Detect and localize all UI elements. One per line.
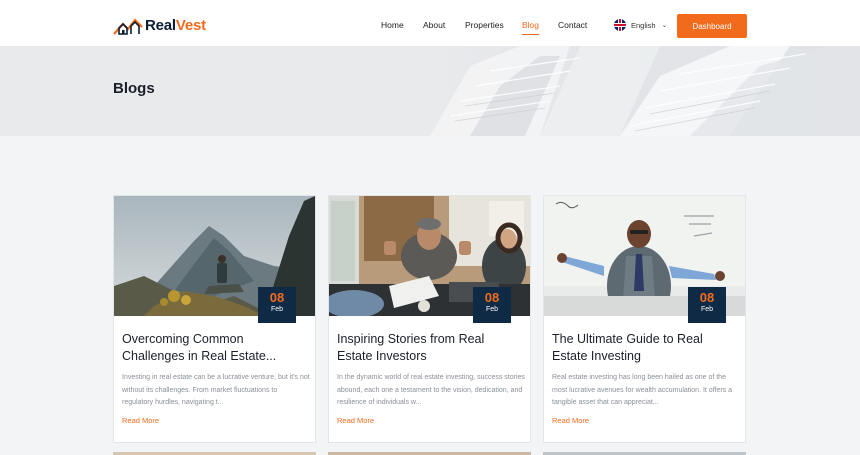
date-day: 08 <box>269 290 285 305</box>
date-badge: 08 Feb <box>473 287 511 323</box>
nav-link-home[interactable]: Home <box>381 20 404 30</box>
read-more-link[interactable]: Read More <box>337 416 374 425</box>
page-title: Blogs <box>113 80 155 97</box>
date-day: 08 <box>699 290 715 305</box>
date-month: Feb <box>270 306 284 313</box>
brand-logo[interactable]: RealVest <box>113 14 206 36</box>
blog-card[interactable]: 08 Feb Overcoming Common Challenges in R… <box>113 195 316 443</box>
date-month: Feb <box>700 306 714 313</box>
date-month: Feb <box>485 306 499 313</box>
blog-card-excerpt: In the dynamic world of real estate inve… <box>337 374 525 406</box>
language-selector[interactable]: English ⌄ <box>614 19 667 31</box>
blog-card-excerpt: Real estate investing has long been hail… <box>552 374 733 406</box>
blog-card-excerpt: Investing in real estate can be a lucrat… <box>122 374 310 406</box>
page-hero: Blogs <box>0 46 860 136</box>
read-more-link[interactable]: Read More <box>122 416 159 425</box>
date-badge: 08 Feb <box>688 287 726 323</box>
language-label: English <box>631 20 656 30</box>
brand-name-part2: Vest <box>175 16 206 34</box>
date-badge: 08 Feb <box>258 287 296 323</box>
date-day: 08 <box>484 290 500 305</box>
blog-card-title[interactable]: The Ultimate Guide to Real Estate Invest… <box>552 331 738 364</box>
house-logo-icon <box>113 18 143 35</box>
building-background-image <box>430 46 860 136</box>
uk-flag-icon <box>614 19 626 31</box>
blog-card-title[interactable]: Overcoming Common Challenges in Real Est… <box>122 331 308 364</box>
brand-name-part1: Real <box>145 16 176 34</box>
nav-link-blog[interactable]: Blog <box>522 20 540 35</box>
dashboard-button[interactable]: Dashboard <box>677 14 747 38</box>
nav-link-contact[interactable]: Contact <box>558 20 587 30</box>
blog-card[interactable]: 08 Feb Inspiring Stories from Real Estat… <box>328 195 531 443</box>
nav-link-properties[interactable]: Properties <box>465 20 504 30</box>
blog-card-title[interactable]: Inspiring Stories from Real Estate Inves… <box>337 331 523 364</box>
nav-link-about[interactable]: About <box>423 20 445 30</box>
read-more-link[interactable]: Read More <box>552 416 589 425</box>
site-header: RealVest Home About Properties Blog Cont… <box>0 0 860 46</box>
brand-name: RealVest <box>145 17 206 34</box>
chevron-down-icon: ⌄ <box>661 22 668 29</box>
blog-card[interactable]: 08 Feb The Ultimate Guide to Real Estate… <box>543 195 746 443</box>
